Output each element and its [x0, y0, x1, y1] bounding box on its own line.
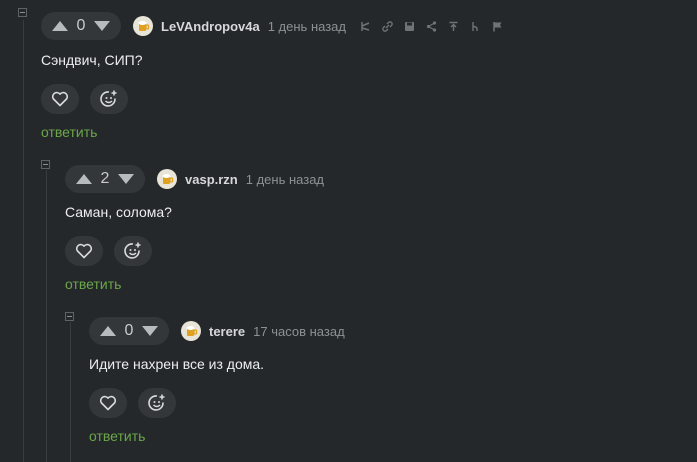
- comment-header: 0 terere 17 часов назад: [89, 317, 345, 345]
- like-button[interactable]: [89, 388, 127, 418]
- vote-control: 0: [41, 12, 121, 40]
- collapse-toggle[interactable]: [18, 8, 27, 17]
- comment-text: Сэндвич, СИП?: [41, 52, 143, 68]
- reply-link[interactable]: ответить: [89, 428, 145, 444]
- avatar[interactable]: [157, 169, 177, 189]
- branch-icon[interactable]: [360, 21, 371, 32]
- like-button[interactable]: [41, 84, 79, 114]
- downvote-icon[interactable]: [141, 325, 159, 337]
- share-icon[interactable]: [426, 20, 437, 32]
- comment-time[interactable]: 17 часов назад: [253, 324, 345, 339]
- avatar[interactable]: [133, 16, 153, 36]
- heart-icon: [75, 243, 93, 259]
- save-icon[interactable]: [404, 21, 415, 32]
- comment-header: 2 vasp.rzn 1 день назад: [65, 165, 324, 193]
- reaction-button[interactable]: [90, 84, 128, 114]
- vote-count: 0: [76, 17, 86, 34]
- vote-control: 2: [65, 165, 145, 193]
- comment-header: 0 LeVAndropov4a 1 день назад: [41, 12, 503, 40]
- avatar[interactable]: [181, 321, 201, 341]
- downvote-icon[interactable]: [117, 173, 135, 185]
- collapse-toggle[interactable]: [41, 160, 50, 169]
- reaction-button[interactable]: [138, 388, 176, 418]
- username[interactable]: vasp.rzn: [185, 172, 238, 187]
- add-emoji-icon: [124, 242, 141, 259]
- comment-text: Саман, солома?: [65, 204, 172, 220]
- thread-icon[interactable]: [470, 21, 481, 32]
- upvote-icon[interactable]: [99, 325, 117, 337]
- heart-icon: [51, 91, 69, 107]
- reply-link[interactable]: ответить: [41, 124, 97, 140]
- upvote-icon[interactable]: [75, 173, 93, 185]
- downvote-icon[interactable]: [93, 20, 111, 32]
- add-emoji-icon: [148, 394, 165, 411]
- like-button[interactable]: [65, 236, 103, 266]
- thread-line: [46, 170, 47, 462]
- heart-icon: [99, 395, 117, 411]
- vote-control: 0: [89, 317, 169, 345]
- comment-text: Идите нахрен все из дома.: [89, 356, 265, 372]
- report-icon[interactable]: [492, 21, 503, 32]
- comment-tools: [360, 20, 503, 32]
- vote-count: 0: [124, 322, 134, 339]
- vote-count: 2: [100, 170, 110, 187]
- thread-line: [23, 20, 24, 462]
- reaction-button[interactable]: [114, 236, 152, 266]
- username[interactable]: terere: [209, 324, 245, 339]
- reply-link[interactable]: ответить: [65, 276, 121, 292]
- collapse-toggle[interactable]: [65, 312, 74, 321]
- link-icon[interactable]: [382, 20, 393, 32]
- username[interactable]: LeVAndropov4a: [161, 19, 260, 34]
- comment-time[interactable]: 1 день назад: [268, 19, 346, 34]
- thread-line: [70, 322, 71, 462]
- add-emoji-icon: [100, 90, 117, 107]
- parent-icon[interactable]: [448, 21, 459, 32]
- upvote-icon[interactable]: [51, 20, 69, 32]
- comment-time[interactable]: 1 день назад: [246, 172, 324, 187]
